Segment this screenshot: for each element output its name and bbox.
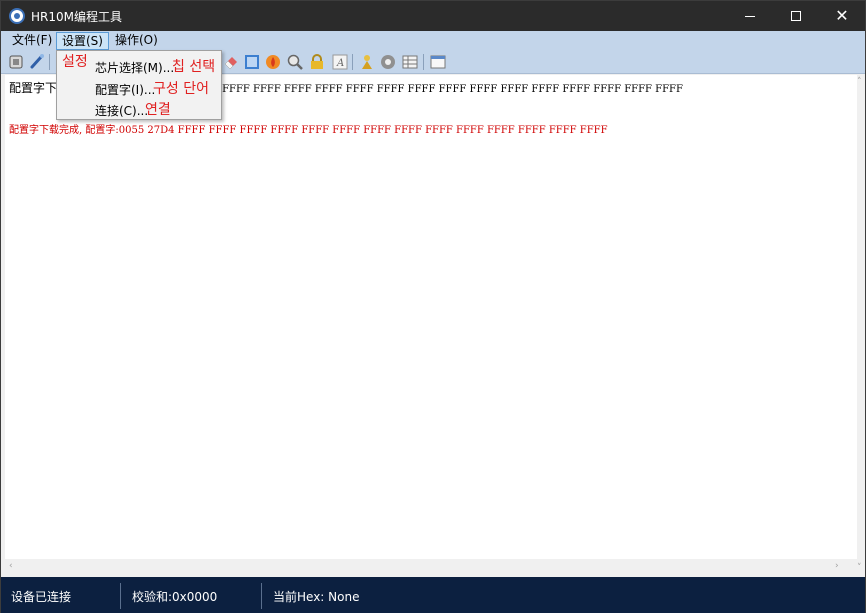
menu-settings[interactable]: 设置(S)	[56, 32, 109, 50]
menu-item-label: 芯片选择(M)...	[95, 61, 175, 75]
menu-item-label: 配置字(I)...	[95, 83, 156, 97]
minimize-icon	[745, 16, 755, 17]
chip-icon[interactable]	[7, 53, 25, 71]
maximize-button[interactable]	[773, 1, 819, 31]
blank-check-icon[interactable]	[243, 53, 261, 71]
minimize-button[interactable]	[727, 1, 773, 31]
burn-icon[interactable]	[264, 53, 282, 71]
menu-operations[interactable]: 操作(O)	[110, 32, 163, 50]
toolbar-separator	[423, 54, 424, 70]
settings-icon[interactable]	[379, 53, 397, 71]
scroll-right-icon[interactable]: ›	[835, 561, 839, 571]
log-panel[interactable]: 配置字下 FF FFFF FFFF FFFF FFFF FFFF FFFF FFF…	[5, 75, 857, 559]
menu-item-connect[interactable]: 连接(C)... 연결	[57, 98, 221, 120]
toolbar-separator	[352, 54, 353, 70]
horizontal-scrollbar[interactable]: ‹ ›	[5, 559, 857, 575]
table-icon[interactable]	[401, 53, 419, 71]
status-connection: 设备已连接	[11, 590, 72, 604]
scroll-down-icon[interactable]: ˅	[857, 563, 862, 573]
maximize-icon	[791, 11, 801, 21]
menu-title-annotation: 설정	[62, 54, 88, 70]
main-window: HR10M编程工具 ✕ 文件(F) 设置(S) 操作(O) A 配置字下 FF …	[0, 0, 866, 613]
config-text-icon[interactable]: A	[331, 53, 349, 71]
scroll-up-icon[interactable]: ˄	[857, 77, 862, 87]
log-line-error: 配置字下载完成, 配置字:0055 27D4 FFFF FFFF FFFF FF…	[9, 125, 608, 136]
status-checksum: 校验和:0x0000	[132, 590, 218, 604]
svg-text:A: A	[336, 58, 344, 69]
eraser-icon[interactable]	[222, 53, 240, 71]
vertical-scrollbar[interactable]: ˄ ˅	[857, 75, 865, 575]
status-separator	[120, 583, 121, 609]
close-button[interactable]: ✕	[819, 1, 865, 31]
menu-file[interactable]: 文件(F)	[7, 32, 57, 50]
probe-icon[interactable]	[28, 53, 46, 71]
annotation-label: 구성 단어	[153, 81, 209, 97]
annotation-label: 연결	[145, 102, 171, 118]
menu-item-label: 连接(C)...	[95, 104, 149, 118]
app-logo-icon	[9, 8, 25, 24]
lock-icon[interactable]	[308, 53, 326, 71]
status-separator	[261, 583, 262, 609]
log-line-prefix: 配置字下	[9, 81, 58, 95]
window-title: HR10M编程工具	[31, 10, 122, 24]
menu-item-config-word[interactable]: 配置字(I)... 구성 단어	[57, 77, 221, 99]
menu-bar: 文件(F) 设置(S) 操作(O)	[1, 31, 865, 50]
status-bar: 设备已连接 校验和:0x0000 当前Hex: None	[1, 577, 865, 613]
auto-icon[interactable]	[358, 53, 376, 71]
window-icon[interactable]	[429, 53, 447, 71]
status-current-hex: 当前Hex: None	[273, 590, 360, 604]
close-icon: ✕	[835, 6, 849, 25]
scroll-left-icon[interactable]: ‹	[9, 561, 13, 571]
verify-icon[interactable]	[286, 53, 304, 71]
toolbar-separator	[49, 54, 50, 70]
log-line-values: FF FFFF FFFF FFFF FFFF FFFF FFFF FFFF FF…	[205, 84, 683, 95]
title-bar: HR10M编程工具 ✕	[1, 1, 865, 31]
annotation-label: 칩 선택	[172, 59, 216, 75]
